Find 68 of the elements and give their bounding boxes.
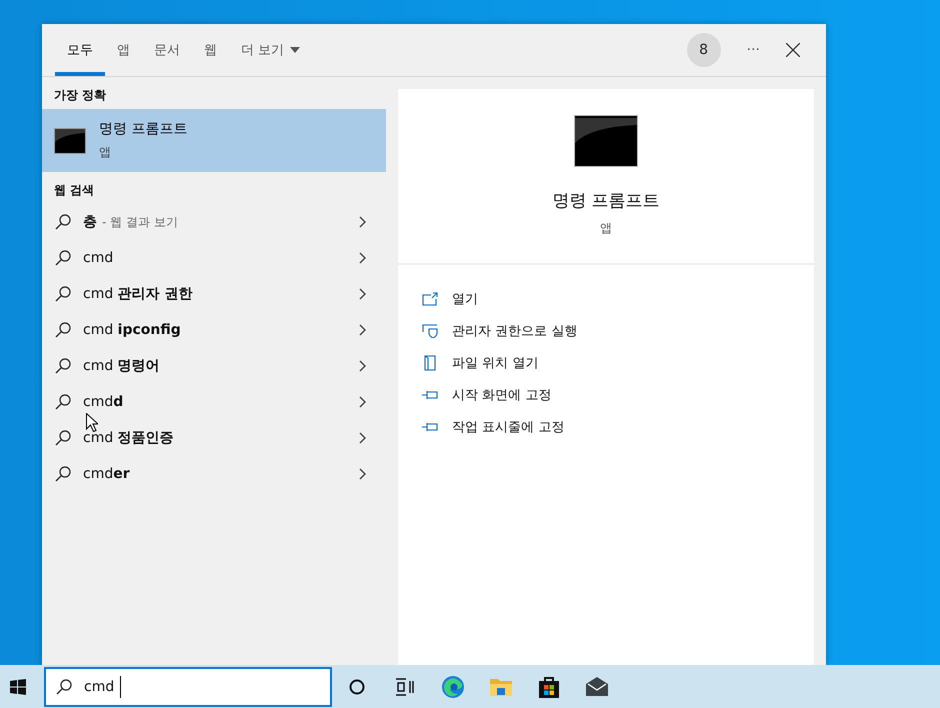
search-query: cmd 명령어 <box>83 357 160 375</box>
web-search-item[interactable]: cmd 정품인증 <box>42 420 386 456</box>
action-item[interactable]: 작업 표시줄에 고정 <box>422 411 790 443</box>
section-heading: 가장 정확 <box>53 87 108 104</box>
web-search-item[interactable]: cmd ipconfig <box>42 312 386 348</box>
best-match-item[interactable]: 명령 프롬프트 앱 <box>42 109 386 172</box>
search-icon <box>55 394 71 410</box>
chevron-icon <box>359 468 366 480</box>
action-item[interactable]: 파일 위치 열기 <box>422 347 790 379</box>
search-icon <box>55 466 71 482</box>
search-icon <box>55 322 71 338</box>
tab[interactable]: 더 보기 <box>229 24 312 76</box>
chevron-icon <box>359 216 366 228</box>
account-badge[interactable]: 8 <box>686 33 721 67</box>
browser-icon[interactable] <box>441 674 465 698</box>
shield-icon <box>422 324 438 338</box>
mouse-cursor-icon <box>86 413 98 432</box>
search-field[interactable]: cmd <box>44 666 332 706</box>
search-query: cmdd <box>83 394 124 410</box>
web-search-item[interactable]: 층 - 웹 결과 보기 <box>42 204 386 240</box>
search-icon <box>56 678 72 694</box>
chevron-icon <box>359 252 366 264</box>
caret-icon <box>290 47 300 53</box>
search-query: 층 <box>83 213 97 231</box>
search-query: cmd <box>83 250 114 266</box>
pin-icon <box>422 389 438 401</box>
chevron-icon <box>359 432 366 444</box>
chevron-icon <box>359 396 366 408</box>
terminal-icon <box>574 115 638 167</box>
search-query: cmd 정품인증 <box>83 429 174 447</box>
search-icon <box>55 430 71 446</box>
web-search-item[interactable]: cmd <box>42 240 386 276</box>
open-window-icon <box>422 292 438 306</box>
folder-icon <box>422 355 438 371</box>
search-icon <box>55 250 71 266</box>
chevron-icon <box>359 288 366 300</box>
shopping-bag-icon[interactable] <box>537 674 561 698</box>
pin-icon <box>422 421 438 433</box>
tab[interactable]: 웹 <box>192 24 229 76</box>
search-icon <box>55 214 71 230</box>
search-icon <box>55 286 71 302</box>
web-search-item[interactable]: cmder <box>42 456 386 492</box>
web-search-item[interactable]: cmd 명령어 <box>42 348 386 384</box>
tab[interactable]: 앱 <box>105 24 142 76</box>
chevron-icon <box>359 360 366 372</box>
web-search-item[interactable]: cmdd <box>42 384 386 420</box>
more-button[interactable]: ··· <box>746 42 760 58</box>
search-query: cmd ipconfig <box>83 322 181 338</box>
action-item[interactable]: 관리자 권한으로 실행 <box>422 315 790 347</box>
search-icon <box>55 358 71 374</box>
tab[interactable]: 문서 <box>142 24 192 76</box>
envelope-icon[interactable] <box>585 674 609 698</box>
web-search-item[interactable]: cmd 관리자 권한 <box>42 276 386 312</box>
terminal-icon <box>54 128 86 154</box>
close-icon[interactable] <box>786 43 800 57</box>
app-type: 앱 <box>600 220 612 237</box>
chevron-icon <box>359 324 366 336</box>
app-type: 앱 <box>99 144 112 161</box>
search-hint: - 웹 결과 보기 <box>102 214 178 230</box>
action-item[interactable]: 시작 화면에 고정 <box>422 379 790 411</box>
app-name: 명령 프롬프트 <box>552 190 660 212</box>
windows-logo-icon[interactable] <box>10 678 26 694</box>
section-heading: 웹 검색 <box>53 182 96 199</box>
app-name: 명령 프롬프트 <box>99 120 188 138</box>
search-query: cmd 관리자 권한 <box>83 285 193 303</box>
search-query: cmder <box>83 466 130 482</box>
action-item[interactable]: 열기 <box>422 283 790 315</box>
tab[interactable]: 모두 <box>55 24 105 76</box>
